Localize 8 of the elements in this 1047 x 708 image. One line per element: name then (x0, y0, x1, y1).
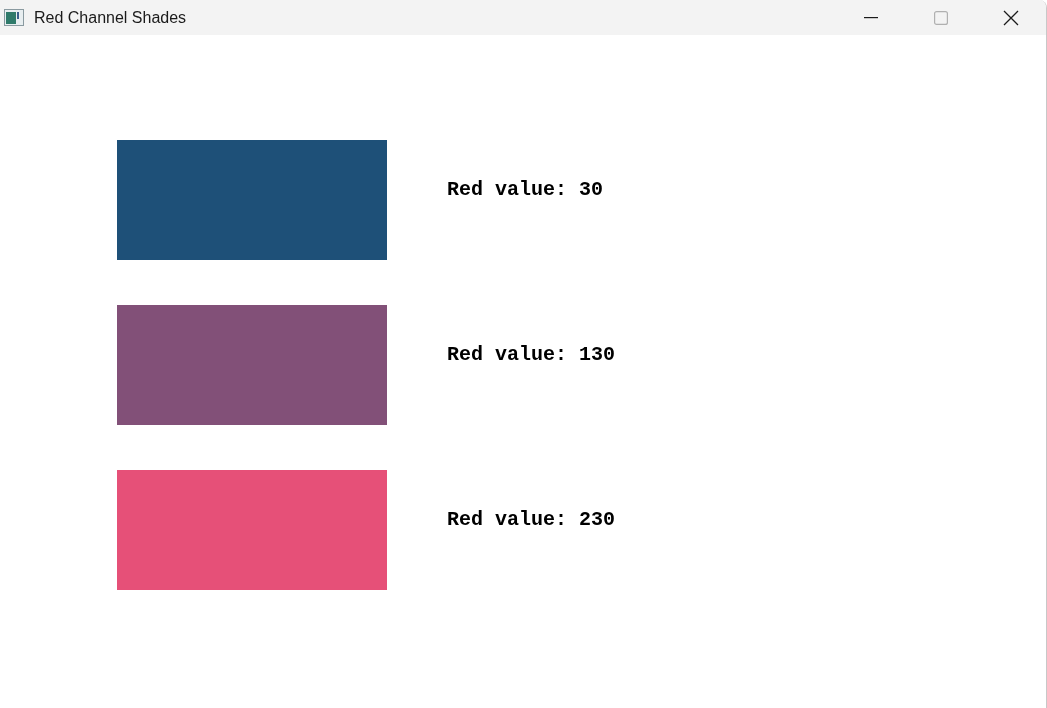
app-icon (4, 9, 24, 26)
channel-value-label: Red value: 30 (447, 180, 604, 200)
close-icon (1003, 9, 1019, 26)
channel-value-label: Red value: 130 (447, 345, 616, 365)
channel-value-label: Red value: 230 (447, 510, 616, 530)
minimize-icon (864, 16, 878, 19)
window-title: Red Channel Shades (34, 7, 187, 28)
maximize-icon (934, 10, 948, 25)
